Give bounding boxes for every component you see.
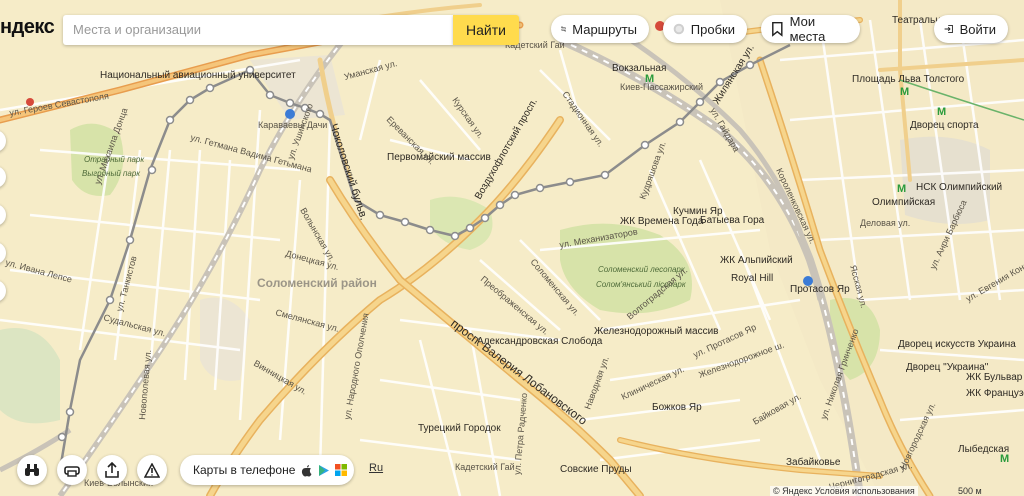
svg-text:Выгрдный парк: Выгрдный парк <box>82 169 141 178</box>
svg-text:Железнодорожный массив: Железнодорожный массив <box>594 326 718 337</box>
traffic-label: Пробки <box>690 21 735 37</box>
svg-text:Киев-Пассажирский: Киев-Пассажирский <box>620 82 703 92</box>
svg-text:M: M <box>900 86 909 98</box>
svg-text:Национальный авиационный униве: Национальный авиационный университет <box>100 70 296 81</box>
svg-text:Дворец искусств Украина: Дворец искусств Украина <box>898 339 1016 350</box>
login-button[interactable]: Войти <box>934 15 1008 43</box>
report-error-button[interactable] <box>137 455 167 485</box>
svg-text:M: M <box>937 106 946 118</box>
mobile-app-promo[interactable]: Карты в телефоне <box>180 455 354 485</box>
my-places-label: Мои места <box>789 14 826 44</box>
copyright[interactable]: © Яндекс Условия использования <box>770 486 918 496</box>
search-button[interactable]: Найти <box>453 15 519 45</box>
svg-text:Лыбедская: Лыбедская <box>958 443 1009 455</box>
print-button[interactable] <box>57 455 87 485</box>
windows-icon <box>335 464 348 476</box>
svg-text:ЖК Альпийский: ЖК Альпийский <box>720 255 793 266</box>
svg-text:Совские Пруды: Совские Пруды <box>560 464 632 475</box>
routes-label: Маршруты <box>572 21 637 37</box>
play-icon <box>319 464 330 476</box>
svg-text:Протасов Яр: Протасов Яр <box>790 284 850 295</box>
logo[interactable]: ндекс <box>0 16 55 39</box>
svg-text:ЖК Бульвар Фонтанов: ЖК Бульвар Фонтанов <box>966 372 1024 383</box>
warning-icon <box>144 462 160 478</box>
svg-text:Royal Hill: Royal Hill <box>731 273 773 284</box>
printer-icon <box>64 466 80 477</box>
svg-text:Турецкий Городок: Турецкий Городок <box>418 423 501 434</box>
svg-text:Батыева Гора: Батыева Гора <box>700 215 765 226</box>
traffic-icon <box>673 23 685 35</box>
svg-text:Кадетский Гай: Кадетский Гай <box>455 462 515 472</box>
svg-text:Божков Яр: Божков Яр <box>652 402 702 413</box>
scale-label: 500 м <box>958 486 982 496</box>
search-box[interactable] <box>63 15 453 45</box>
svg-text:Отрадный парк: Отрадный парк <box>84 155 145 164</box>
svg-text:Олимпийская: Олимпийская <box>872 197 935 208</box>
map-canvas[interactable]: M M M M M Соломенский район Первомайский… <box>0 0 1024 496</box>
language-switch[interactable]: Ru <box>369 462 383 474</box>
svg-text:Караваевы Дачи: Караваевы Дачи <box>258 120 327 130</box>
share-button[interactable] <box>97 455 127 485</box>
svg-text:НСК Олимпийский: НСК Олимпийский <box>916 182 1002 193</box>
search-input[interactable] <box>63 15 448 43</box>
svg-text:M: M <box>897 183 906 195</box>
svg-text:Вокзальная: Вокзальная <box>612 63 666 74</box>
svg-text:Забайковье: Забайковье <box>786 456 841 468</box>
district-label: Соломенский район <box>257 276 377 290</box>
routes-button[interactable]: Маршруты <box>551 15 649 43</box>
svg-text:ЖК Времена Года: ЖК Времена Года <box>620 216 704 227</box>
routes-icon <box>561 26 567 32</box>
my-places-button[interactable]: Мои места <box>761 14 860 44</box>
login-label: Войти <box>959 21 996 37</box>
svg-text:Первомайский массив: Первомайский массив <box>387 152 491 163</box>
traffic-button[interactable]: Пробки <box>663 15 747 43</box>
svg-text:Площадь Льва Толстого: Площадь Льва Толстого <box>852 74 965 85</box>
svg-text:ЖК Французский: ЖК Французский <box>966 388 1024 399</box>
apple-icon <box>302 464 312 476</box>
svg-text:Дворец спорта: Дворец спорта <box>910 120 979 131</box>
panorama-button[interactable] <box>17 455 47 485</box>
phone-label: Карты в телефоне <box>193 463 296 477</box>
bookmark-icon <box>772 21 783 37</box>
svg-text:Деловая ул.: Деловая ул. <box>860 218 910 228</box>
binoculars-icon <box>25 464 39 476</box>
login-icon <box>944 24 953 34</box>
share-icon <box>105 462 119 478</box>
